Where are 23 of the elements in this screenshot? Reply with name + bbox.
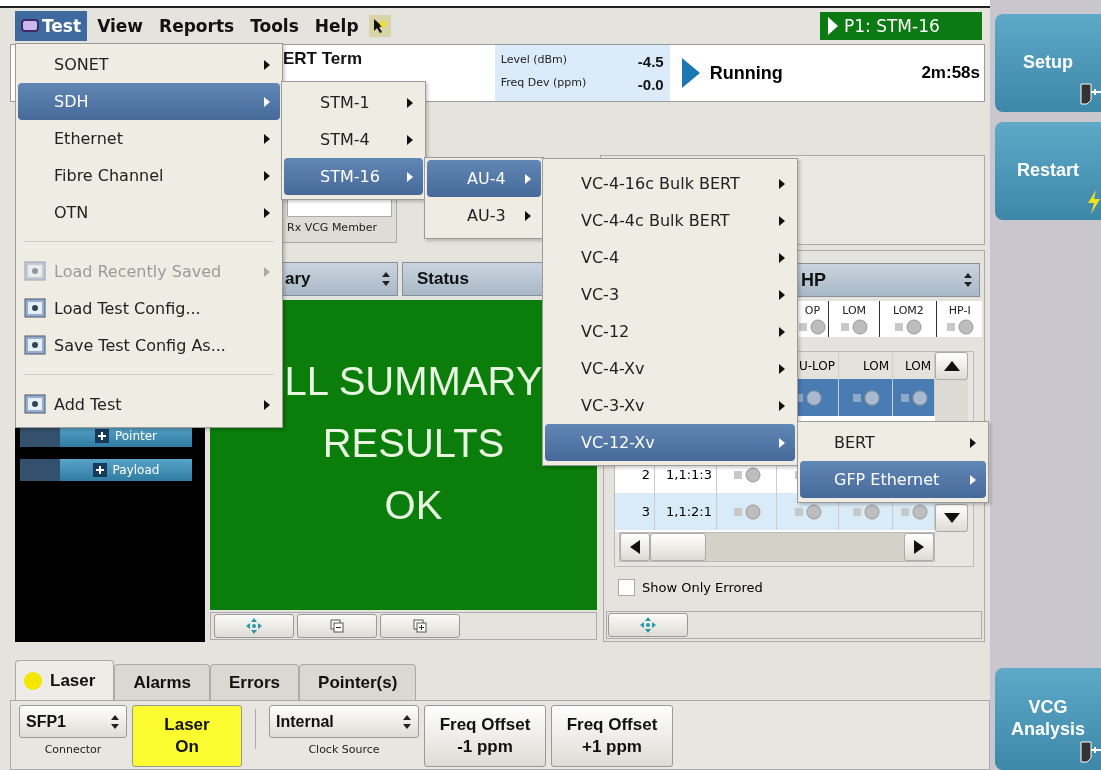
freq-value: -0.0	[637, 76, 664, 93]
led-label: LOM2	[892, 303, 924, 317]
clock-source-label: Clock Source	[308, 743, 380, 756]
checkbox-label: Show Only Errored	[642, 580, 763, 595]
test-title: ERT Term	[283, 48, 364, 70]
elapsed-time: 2m:58s	[921, 63, 981, 83]
summary-text: LL SUMMARY	[284, 358, 543, 405]
led-label: LOM	[842, 303, 867, 317]
column-header: LOM	[839, 352, 893, 379]
level-label: Level (dBm)	[500, 53, 569, 68]
led-label: OP	[804, 303, 821, 317]
table-cell: 1,1:2:1	[655, 493, 717, 530]
led-label: HP-I	[948, 303, 971, 317]
port-label: P1: STM-16	[844, 16, 940, 36]
connector-label: Connector	[44, 743, 102, 756]
summary-text: OK	[384, 482, 443, 529]
level-value: -4.5	[637, 53, 664, 70]
freq-label: Freq Dev (ppm)	[500, 76, 588, 91]
table-cell: 3	[615, 493, 655, 530]
vcg-member-label: Rx VCG Member	[287, 221, 379, 234]
column-header: LOM	[893, 352, 935, 379]
summary-text: RESULTS	[322, 420, 505, 467]
run-status: Running	[709, 62, 784, 84]
